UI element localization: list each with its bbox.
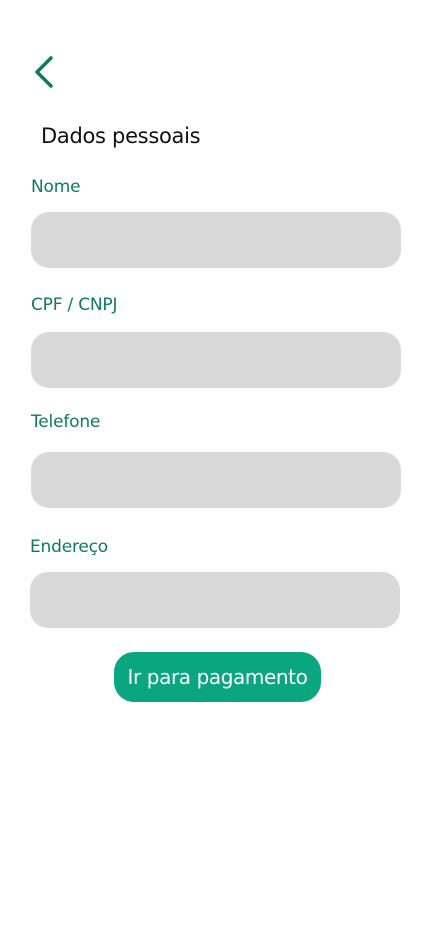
chevron-left-icon	[32, 54, 56, 90]
phone-input[interactable]	[31, 452, 401, 508]
address-label: Endereço	[30, 537, 108, 557]
name-label: Nome	[31, 177, 81, 197]
go-to-payment-button[interactable]: Ir para pagamento	[114, 652, 321, 702]
name-input[interactable]	[31, 212, 401, 268]
page-title: Dados pessoais	[41, 124, 201, 148]
address-input[interactable]	[30, 572, 400, 628]
cpf-cnpj-input[interactable]	[31, 332, 401, 388]
back-button[interactable]	[26, 52, 62, 92]
cpf-cnpj-label: CPF / CNPJ	[31, 295, 118, 315]
phone-label: Telefone	[31, 412, 101, 432]
